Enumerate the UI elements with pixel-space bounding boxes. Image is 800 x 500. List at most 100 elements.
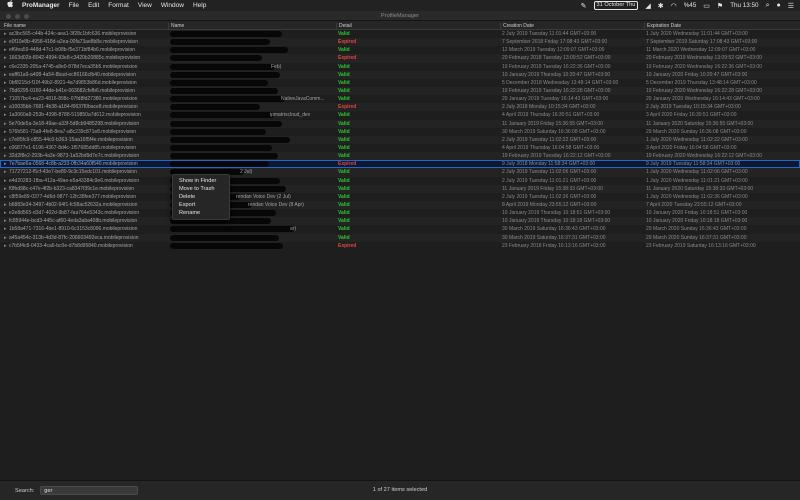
date-badge[interactable]: 31 October Thu [593, 1, 639, 10]
disclosure-triangle-icon[interactable]: ▸ [4, 209, 8, 217]
table-row[interactable]: ▸ 71727212-f5cf-43e7-be80-9c3c15edc101.mo… [0, 168, 800, 177]
control-center-icon[interactable]: ☰ [788, 2, 794, 10]
column-header-detail[interactable]: Detail [336, 22, 501, 30]
disclosure-triangle-icon[interactable]: ▸ [4, 63, 8, 71]
menu-app-name[interactable]: ProManager [22, 2, 60, 9]
disclosure-triangle-icon[interactable]: ▸ [4, 185, 8, 193]
column-header-name[interactable]: Name [168, 22, 337, 30]
disclosure-triangle-icon[interactable]: ▸ [4, 79, 8, 87]
table-row[interactable]: ▸ e0f10e8b-4958-418d-a2ea-00fa73ae8b8e.mo… [0, 38, 800, 47]
disclosure-triangle-icon[interactable]: ▸ [4, 201, 8, 209]
context-menu-export[interactable]: Export [173, 201, 229, 209]
table-row[interactable]: ▸ eaff61a9-a408-4a54-8bad-ec86166cfb40.mo… [0, 70, 800, 79]
context-menu-show-in-finder[interactable]: Show in Finder [173, 177, 229, 185]
disclosure-triangle-icon[interactable]: ▸ [4, 71, 8, 79]
file-name-cell: ▸ f0fbd98c-c47e-4f2b-b323-ca8347f39c1e.mo… [4, 185, 168, 193]
menu-format[interactable]: Format [108, 2, 129, 9]
name-cell [170, 144, 335, 152]
disclosure-triangle-icon[interactable]: ▸ [4, 46, 8, 54]
menu-window[interactable]: Window [161, 2, 184, 9]
table-row[interactable]: ▸ 5e70de5a-3e18-49ae-a33f-5d8cb9485298.mo… [0, 119, 800, 128]
menu-edit[interactable]: Edit [88, 2, 99, 9]
table-row[interactable]: ▸ ac3bc565-c44b-424c-aea1-3f28c1bfc636.mo… [0, 30, 800, 38]
expiration-date-cell: 3 April 2020 Friday 16:30:51 GMT+03:00 [646, 112, 737, 119]
table-row[interactable]: ▸ 0bf8215d-f10f-49b2-8921-4a7d9853b86d.mo… [0, 79, 800, 87]
table-row[interactable]: ▸ c8f59e89-0377-4d6d-9877-12fc38fee377.mo… [0, 193, 800, 201]
table-row[interactable]: ▸ a45a454c-313b-4d3d-87fc-206603492eca.mo… [0, 233, 800, 242]
context-menu-delete[interactable]: Delete [173, 193, 229, 201]
disclosure-triangle-icon[interactable]: ▸ [4, 160, 8, 168]
table-row[interactable]: ▸ a10035bb-7681-4b38-a184-f0637f0bace8.mo… [0, 103, 800, 112]
context-menu-move-to-trash[interactable]: Move to Trash [173, 185, 229, 193]
redaction-mark [170, 55, 262, 62]
table-row[interactable]: ▸ 32d2f8e2-293b-4a3e-9873-1a52bd9d7e7c.mo… [0, 152, 800, 161]
table-row[interactable]: ▸ c7e85fc9-c855-44c0-b363-15aa16f5f4e.mob… [0, 135, 800, 144]
disclosure-triangle-icon[interactable]: ▸ [4, 95, 8, 103]
table-row[interactable]: ▸ c6e2335-205a-4745-a8e0-878d7eca35b5.mob… [0, 63, 800, 71]
disclosure-triangle-icon[interactable]: ▸ [4, 128, 8, 136]
table-row[interactable]: ▸ 71057bc4-ea23-4816-898c-07fd8fd27380.mo… [0, 95, 800, 103]
table-row[interactable]: ▸ c7b5f4c8-0433-4ca6-bc0e-d7b8d95840.mobi… [0, 242, 800, 250]
table-row[interactable]: ▸ 75d6295-0160-44de-b41e-063682cfefb6.mob… [0, 86, 800, 96]
disclosure-triangle-icon[interactable]: ▸ [4, 217, 8, 225]
flag-icon[interactable]: ⚑ [717, 2, 723, 10]
menu-file[interactable]: File [69, 2, 79, 9]
user-icon[interactable]: ● [776, 2, 780, 9]
profiles-table[interactable]: ▸ ac3bc565-c44b-424c-aea1-3f28c1bfc636.mo… [0, 30, 800, 480]
name-cell [170, 242, 335, 250]
table-row[interactable]: ▸ 576b581-73a9-4fe8-8ea7-a8c239c871e8.mob… [0, 128, 800, 136]
sound-icon[interactable]: ◢ [645, 2, 650, 10]
table-row[interactable]: ▸ 1b58a471-7316-4be1-8910-6c3153c8096.mob… [0, 225, 800, 233]
disclosure-triangle-icon[interactable]: ▸ [4, 152, 8, 160]
search-input[interactable] [40, 486, 139, 495]
file-name-text: ac3bc565-c44b-424c-aea1-3f28c1bfc636.mob… [9, 31, 137, 37]
table-row[interactable]: ▸ f0fbd98c-c47e-4f2b-b323-ca8347f39c1e.mo… [0, 184, 800, 193]
disclosure-triangle-icon[interactable]: ▸ [4, 242, 8, 250]
expiration-date-cell: 20 February 2019 Wednesday 13:09:52 GMT+… [646, 55, 762, 62]
table-row[interactable]: ▸ e2e8d565-d3d7-402d-9b87-faa764e5343c.mo… [0, 209, 800, 217]
search-icon[interactable]: ⌕ [766, 2, 770, 10]
context-menu-rename[interactable]: Rename [173, 209, 229, 217]
table-row[interactable]: ▸ c06877e1-6196-4367-8d4c-1f57685dd85.mob… [0, 144, 800, 152]
file-name-cell: ▸ a45a454c-313b-4d3d-87fc-206603492eca.mo… [4, 234, 168, 242]
table-row[interactable]: ▸ 7e7bae6a-0568-4c8b-a233-0fb34a60f540.mo… [0, 160, 800, 169]
disclosure-triangle-icon[interactable]: ▸ [4, 136, 8, 144]
disclosure-triangle-icon[interactable]: ▸ [4, 38, 8, 46]
table-row[interactable]: ▸ b6883e34-3497-4b02-94f1-fc58ac52632a.mo… [0, 200, 800, 210]
disclosure-triangle-icon[interactable]: ▸ [4, 30, 8, 38]
menu-view[interactable]: View [138, 2, 152, 9]
bluetooth-icon[interactable]: ✱ [658, 2, 664, 10]
table-row[interactable]: ▸ e4d20283-1fba-412a-49ae-e5a43384c9e6.mo… [0, 177, 800, 185]
battery-percent[interactable]: %45 [684, 2, 697, 9]
disclosure-triangle-icon[interactable]: ▸ [4, 168, 8, 176]
pen-icon[interactable]: ✎ [581, 2, 587, 10]
disclosure-triangle-icon[interactable]: ▸ [4, 54, 8, 62]
disclosure-triangle-icon[interactable]: ▸ [4, 87, 8, 95]
battery-icon[interactable]: ▭ [703, 2, 710, 10]
column-header-file-name[interactable]: File name [2, 23, 168, 30]
menu-help[interactable]: Help [193, 2, 206, 9]
clock[interactable]: Thu 13:50 [730, 2, 758, 9]
disclosure-triangle-icon[interactable]: ▸ [4, 177, 8, 185]
disclosure-triangle-icon[interactable]: ▸ [4, 234, 8, 242]
disclosure-triangle-icon[interactable]: ▸ [4, 103, 8, 111]
disclosure-triangle-icon[interactable]: ▸ [4, 225, 8, 233]
creation-date-cell: 29 January 2019 Tuesday 16:14:43 GMT+03:… [502, 96, 609, 103]
disclosure-triangle-icon[interactable]: ▸ [4, 111, 8, 119]
column-header-creation-date[interactable]: Creation Date [500, 22, 645, 30]
disclosure-triangle-icon[interactable]: ▸ [4, 144, 8, 152]
table-row[interactable]: ▸ 1663d02b-8042-4994-93e8-c3420b20885c.mo… [0, 54, 800, 63]
disclosure-triangle-icon[interactable]: ▸ [4, 193, 8, 201]
zoom-window-button[interactable] [24, 14, 29, 19]
table-row[interactable]: ▸ fc85944e-bcd3-445c-af60-4eda3aba408b.mo… [0, 217, 800, 226]
name-text: 2 Jul) [240, 169, 253, 176]
disclosure-triangle-icon[interactable]: ▸ [4, 120, 8, 128]
wifi-icon[interactable]: ◠ [671, 2, 677, 10]
close-window-button[interactable] [6, 14, 11, 19]
minimize-window-button[interactable] [15, 14, 20, 19]
redaction-mark [170, 226, 294, 233]
table-row[interactable]: ▸ ef6fea59-448d-47c1-b08b-f5e371bf84b6.mo… [0, 46, 800, 54]
table-row[interactable]: ▸ 1a3060a8-253b-4398-8788-519850a7d612.mo… [0, 111, 800, 119]
column-header-expiration-date[interactable]: Expiration Date [644, 22, 799, 30]
apple-menu-icon[interactable] [6, 0, 14, 11]
